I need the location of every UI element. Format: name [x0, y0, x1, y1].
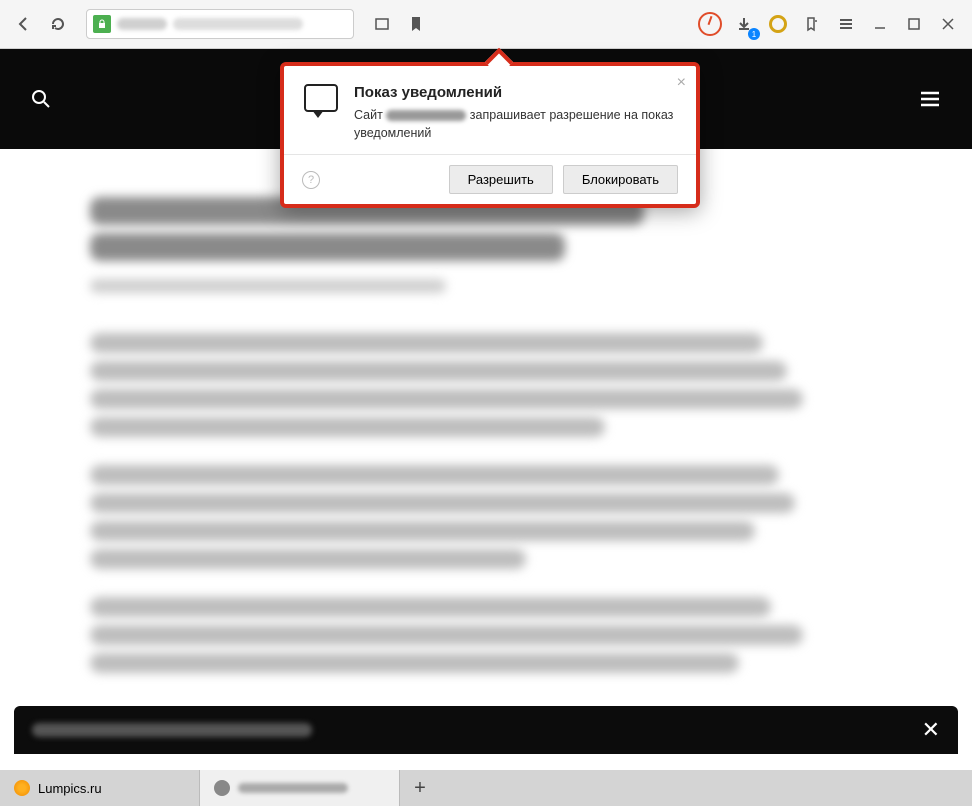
banner-close-button[interactable]: ✕ — [922, 717, 940, 743]
back-button[interactable] — [10, 10, 38, 38]
close-window-button[interactable] — [934, 10, 962, 38]
downloads-button[interactable]: 1 — [730, 10, 758, 38]
bookmarks-panel-icon[interactable] — [798, 10, 826, 38]
site-name-blur — [386, 110, 466, 121]
url-domain-blur — [117, 18, 167, 30]
extension-icon[interactable] — [764, 10, 792, 38]
new-tab-button[interactable]: + — [400, 770, 440, 806]
lock-icon — [93, 15, 111, 33]
address-bar[interactable] — [86, 9, 354, 39]
bookmark-icon[interactable] — [402, 10, 430, 38]
allow-button[interactable]: Разрешить — [449, 165, 553, 194]
favicon-icon — [14, 780, 30, 796]
tab-label-blur — [238, 783, 348, 793]
maximize-button[interactable] — [900, 10, 928, 38]
block-button[interactable]: Блокировать — [563, 165, 678, 194]
reload-button[interactable] — [44, 10, 72, 38]
menu-button[interactable] — [832, 10, 860, 38]
tab-active[interactable] — [200, 770, 400, 806]
notification-icon — [304, 84, 338, 112]
dialog-title: Показ уведомлений — [354, 84, 676, 101]
dialog-close-button[interactable]: × — [677, 74, 686, 92]
dialog-message: Сайт запрашивает разрешение на показ уве… — [354, 107, 676, 142]
url-path-blur — [173, 18, 303, 30]
cookie-banner: ✕ — [14, 706, 958, 754]
banner-text-blur — [32, 723, 312, 737]
tab-bar: Lumpics.ru + — [0, 770, 972, 806]
tab-label: Lumpics.ru — [38, 781, 102, 796]
minimize-button[interactable] — [866, 10, 894, 38]
hamburger-menu-icon[interactable] — [918, 87, 942, 111]
browser-toolbar: 1 — [0, 0, 972, 49]
tab-lumpics[interactable]: Lumpics.ru — [0, 770, 200, 806]
search-icon[interactable] — [30, 88, 52, 110]
favicon-icon — [214, 780, 230, 796]
notification-permission-dialog: × Показ уведомлений Сайт запрашивает раз… — [280, 62, 700, 208]
reader-mode-icon[interactable] — [368, 10, 396, 38]
yandex-home-icon[interactable] — [696, 10, 724, 38]
downloads-badge: 1 — [748, 28, 760, 40]
article-body — [0, 149, 972, 721]
help-icon[interactable]: ? — [302, 171, 320, 189]
